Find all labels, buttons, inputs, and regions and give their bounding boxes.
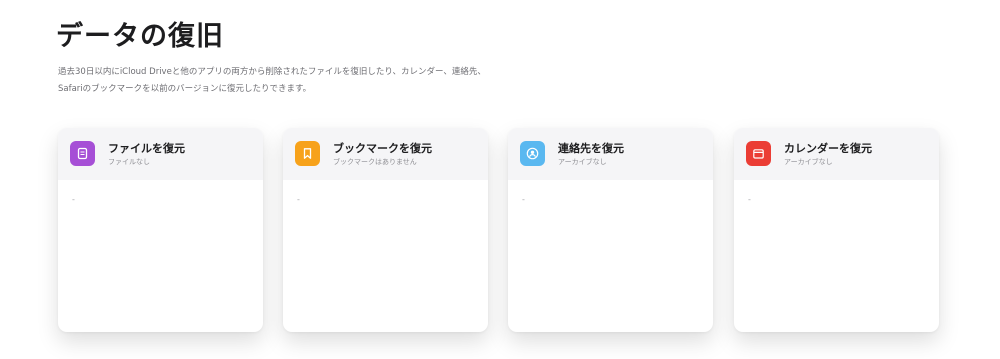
restore-contacts-card[interactable]: 連絡先を復元 アーカイブなし - bbox=[508, 128, 713, 332]
card-subtitle: ファイルなし bbox=[108, 158, 150, 166]
card-header: カレンダーを復元 アーカイブなし bbox=[734, 128, 939, 180]
card-subtitle: ブックマークはありません bbox=[333, 158, 417, 166]
page-description: 過去30日以内にiCloud Driveと他のアプリの両方から削除されたファイル… bbox=[58, 67, 486, 94]
bookmark-icon bbox=[295, 141, 320, 166]
card-title: ファイルを復元 bbox=[108, 142, 185, 155]
card-title: 連絡先を復元 bbox=[558, 142, 624, 155]
restore-calendar-card[interactable]: カレンダーを復元 アーカイブなし - bbox=[734, 128, 939, 332]
empty-placeholder: - bbox=[522, 195, 525, 204]
restore-files-card[interactable]: ファイルを復元 ファイルなし - bbox=[58, 128, 263, 332]
calendar-icon bbox=[746, 141, 771, 166]
card-title: カレンダーを復元 bbox=[784, 142, 872, 155]
empty-placeholder: - bbox=[748, 195, 751, 204]
card-subtitle: アーカイブなし bbox=[558, 158, 607, 166]
card-body: - bbox=[283, 180, 488, 332]
card-subtitle: アーカイブなし bbox=[784, 158, 833, 166]
restore-cards: ファイルを復元 ファイルなし - ブックマークを復元 ブックマークはありません … bbox=[58, 128, 940, 333]
card-title: ブックマークを復元 bbox=[333, 142, 432, 155]
card-body: - bbox=[508, 180, 713, 332]
empty-placeholder: - bbox=[72, 195, 75, 204]
page-title: データの復旧 bbox=[56, 21, 224, 52]
card-body: - bbox=[734, 180, 939, 332]
restore-bookmarks-card[interactable]: ブックマークを復元 ブックマークはありません - bbox=[283, 128, 488, 332]
card-body: - bbox=[58, 180, 263, 332]
card-header: 連絡先を復元 アーカイブなし bbox=[508, 128, 713, 180]
card-header: ブックマークを復元 ブックマークはありません bbox=[283, 128, 488, 180]
empty-placeholder: - bbox=[297, 195, 300, 204]
card-header: ファイルを復元 ファイルなし bbox=[58, 128, 263, 180]
document-icon bbox=[70, 141, 95, 166]
contact-icon bbox=[520, 141, 545, 166]
